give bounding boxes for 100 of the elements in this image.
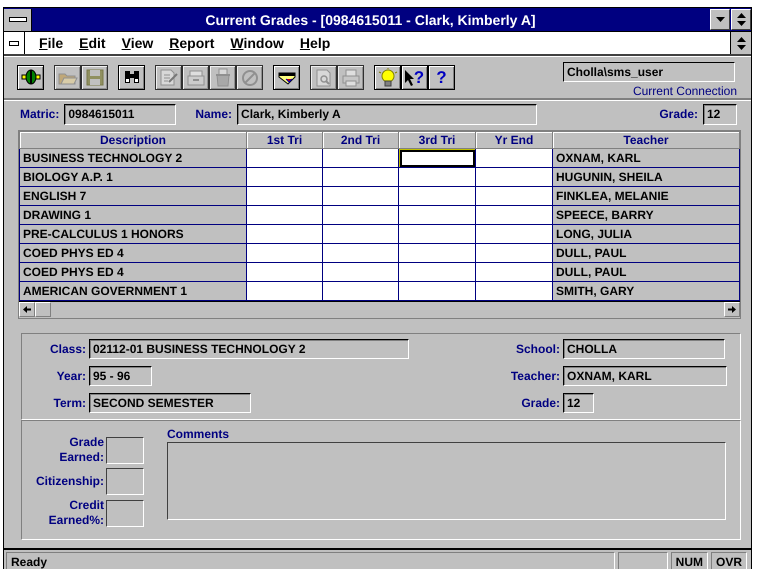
grade-cell[interactable] <box>398 206 476 224</box>
toolbar-button[interactable] <box>374 65 401 90</box>
system-menu-button[interactable] <box>4 8 32 30</box>
grade-cell[interactable] <box>398 186 476 206</box>
info-field[interactable]: OXNAM, KARL <box>563 366 727 386</box>
field-label: Citizenship: <box>35 474 104 489</box>
horizontal-scrollbar[interactable] <box>19 301 740 318</box>
prohibited-icon <box>240 68 260 87</box>
floppy-icon <box>84 68 104 87</box>
grade-cell[interactable] <box>476 262 552 282</box>
grade-cell[interactable] <box>246 206 322 224</box>
menu-item[interactable]: Edit <box>71 35 114 51</box>
table-cell: DULL, PAUL <box>552 262 740 282</box>
name-field[interactable]: Clark, Kimberly A <box>237 104 538 124</box>
menu-item[interactable]: View <box>114 35 162 51</box>
info-field[interactable]: 95 - 96 <box>89 366 152 386</box>
info-field[interactable]: CHOLLA <box>563 339 725 359</box>
grade-cell[interactable] <box>246 282 322 300</box>
grade-cell[interactable] <box>246 224 322 244</box>
field-label: School: <box>515 342 560 356</box>
plug-icon <box>20 68 40 87</box>
field-label: Credit Earned%: <box>48 498 104 528</box>
grade-cell[interactable] <box>322 148 398 168</box>
grade-cell[interactable] <box>398 262 476 282</box>
grade-cell[interactable] <box>246 148 322 168</box>
dash-icon <box>8 16 26 22</box>
grade-cell[interactable] <box>322 224 398 244</box>
field-label: Teacher: <box>510 369 560 383</box>
column-header[interactable]: 2nd Tri <box>322 132 398 148</box>
window-title: Current Grades - [0984615011 - Clark, Kimberly A] <box>204 12 537 28</box>
field-label: Class: <box>48 342 86 356</box>
comments-label: Comments <box>167 427 230 441</box>
input-field[interactable] <box>106 468 144 495</box>
document-pencil-icon <box>158 68 178 87</box>
connection-field: Cholla\sms_user <box>563 62 735 82</box>
grade-cell[interactable] <box>476 148 552 168</box>
table-cell: ENGLISH 7 <box>20 186 246 206</box>
grade-field[interactable]: 12 <box>703 104 737 124</box>
input-field[interactable] <box>106 500 144 526</box>
grade-cell[interactable] <box>398 244 476 262</box>
grade-cell[interactable] <box>246 186 322 206</box>
table-cell: DRAWING 1 <box>20 206 246 224</box>
right-arrow-icon <box>728 306 736 313</box>
matric-field[interactable]: 0984615011 <box>64 104 176 124</box>
table-cell: HUGUNIN, SHEILA <box>552 168 740 186</box>
column-header[interactable]: Description <box>20 132 246 148</box>
grade-cell[interactable] <box>398 148 476 168</box>
toolbar-button[interactable] <box>273 65 300 90</box>
menu-item[interactable]: File <box>31 35 72 51</box>
grade-cell[interactable] <box>322 206 398 224</box>
column-header[interactable]: 1st Tri <box>246 132 322 148</box>
menu-item[interactable]: Window <box>222 35 292 51</box>
grade-cell[interactable] <box>476 206 552 224</box>
table-cell: COED PHYS ED 4 <box>20 244 246 262</box>
info-field[interactable]: SECOND SEMESTER <box>89 393 251 413</box>
input-field[interactable] <box>106 436 144 464</box>
grade-cell[interactable] <box>246 168 322 186</box>
minimize-button[interactable] <box>710 9 730 30</box>
grade-cell[interactable] <box>322 168 398 186</box>
grade-cell[interactable] <box>476 282 552 300</box>
table-cell: DULL, PAUL <box>552 244 740 262</box>
help-button[interactable]: ? <box>428 65 455 90</box>
down-arrow-icon <box>716 17 724 22</box>
field-label: Term: <box>52 396 86 410</box>
toolbar-button[interactable] <box>17 65 44 90</box>
grade-cell[interactable] <box>398 168 476 186</box>
grade-cell[interactable] <box>322 262 398 282</box>
grade-label: Grade: <box>659 107 698 121</box>
comments-field[interactable] <box>167 442 726 520</box>
restore-button[interactable] <box>730 32 751 54</box>
column-header[interactable]: Yr End <box>476 132 552 148</box>
grade-cell[interactable] <box>246 244 322 262</box>
grade-cell[interactable] <box>398 282 476 300</box>
lightbulb-icon <box>378 68 398 87</box>
up-down-arrows-icon <box>736 36 746 50</box>
status-indicator: NUM <box>670 552 708 569</box>
column-header[interactable]: Teacher <box>552 132 740 148</box>
info-field[interactable]: 12 <box>563 393 594 413</box>
printer-icon <box>340 68 360 87</box>
status-panel <box>618 552 668 569</box>
pointer-icon <box>404 70 414 86</box>
menu-item[interactable]: Help <box>292 35 338 51</box>
column-header[interactable]: 3rd Tri <box>398 132 476 148</box>
field-label: Grade: <box>520 396 560 410</box>
help-button[interactable]: ? <box>401 65 428 90</box>
menu-item[interactable]: Report <box>161 35 222 51</box>
page-magnifier-icon <box>314 68 334 87</box>
grade-cell[interactable] <box>476 168 552 186</box>
grade-cell[interactable] <box>246 262 322 282</box>
grade-cell[interactable] <box>476 186 552 206</box>
name-label: Name: <box>195 107 232 121</box>
info-field[interactable]: 02112-01 BUSINESS TECHNOLOGY 2 <box>89 339 409 359</box>
grade-cell[interactable] <box>398 224 476 244</box>
status-indicator: OVR <box>710 552 747 569</box>
toolbar-button[interactable] <box>118 65 145 90</box>
grade-cell[interactable] <box>322 186 398 206</box>
grade-cell[interactable] <box>322 282 398 300</box>
grade-cell[interactable] <box>322 244 398 262</box>
grade-cell[interactable] <box>476 224 552 244</box>
grade-cell[interactable] <box>476 244 552 262</box>
